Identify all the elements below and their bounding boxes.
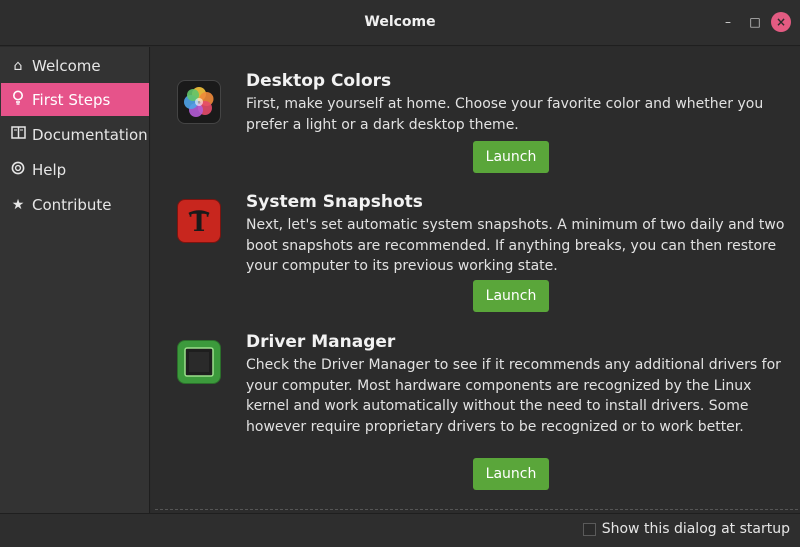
section-title: Desktop Colors — [246, 71, 392, 91]
sidebar-item-label: Help — [32, 160, 67, 179]
home-icon: ⌂ — [13, 57, 23, 74]
sidebar-item-label: First Steps — [32, 90, 111, 109]
minimize-button[interactable]: – — [719, 13, 737, 31]
book-icon — [9, 126, 27, 143]
sidebar-item-documentation[interactable]: Documentation — [1, 118, 149, 151]
sidebar-item-help[interactable]: Help — [1, 153, 149, 186]
bottom-bar: Show this dialog at startup — [0, 513, 800, 547]
sidebar-item-label: Documentation — [32, 125, 148, 144]
lightbulb-icon — [9, 90, 27, 109]
startup-checkbox[interactable] — [582, 522, 596, 536]
title-bar: Welcome – □ × — [0, 0, 800, 46]
launch-desktop-colors-button[interactable]: Launch — [473, 141, 549, 173]
section-description: Next, let's set automatic system snapsho… — [246, 217, 785, 274]
launch-driver-manager-button[interactable]: Launch — [473, 458, 549, 490]
timeshift-icon: T — [177, 199, 221, 243]
maximize-button[interactable]: □ — [746, 13, 764, 31]
sidebar-item-contribute[interactable]: ★ Contribute — [1, 188, 149, 221]
close-button[interactable]: × — [771, 12, 791, 32]
section-title: System Snapshots — [246, 192, 423, 212]
sidebar-item-label: Contribute — [32, 195, 112, 214]
window-title: Welcome — [364, 14, 436, 30]
sidebar-item-label: Welcome — [32, 56, 101, 75]
color-flower-icon — [177, 80, 221, 124]
main-content: Desktop Colors First, make yourself at h… — [151, 47, 800, 513]
divider — [155, 509, 798, 510]
section-title: Driver Manager — [246, 332, 396, 352]
sidebar-item-welcome[interactable]: ⌂ Welcome — [1, 49, 149, 82]
launch-system-snapshots-button[interactable]: Launch — [473, 280, 549, 312]
section-description: First, make yourself at home. Choose you… — [246, 96, 764, 133]
section-description: Check the Driver Manager to see if it re… — [246, 357, 781, 435]
startup-checkbox-row[interactable]: Show this dialog at startup — [582, 521, 790, 537]
chip-icon — [177, 340, 221, 384]
lifebuoy-icon — [9, 161, 27, 179]
sidebar-item-first-steps[interactable]: First Steps — [1, 83, 149, 116]
sidebar: ⌂ Welcome First Steps Documentation Help… — [0, 47, 150, 513]
star-icon: ★ — [11, 196, 25, 213]
startup-label: Show this dialog at startup — [601, 521, 790, 537]
